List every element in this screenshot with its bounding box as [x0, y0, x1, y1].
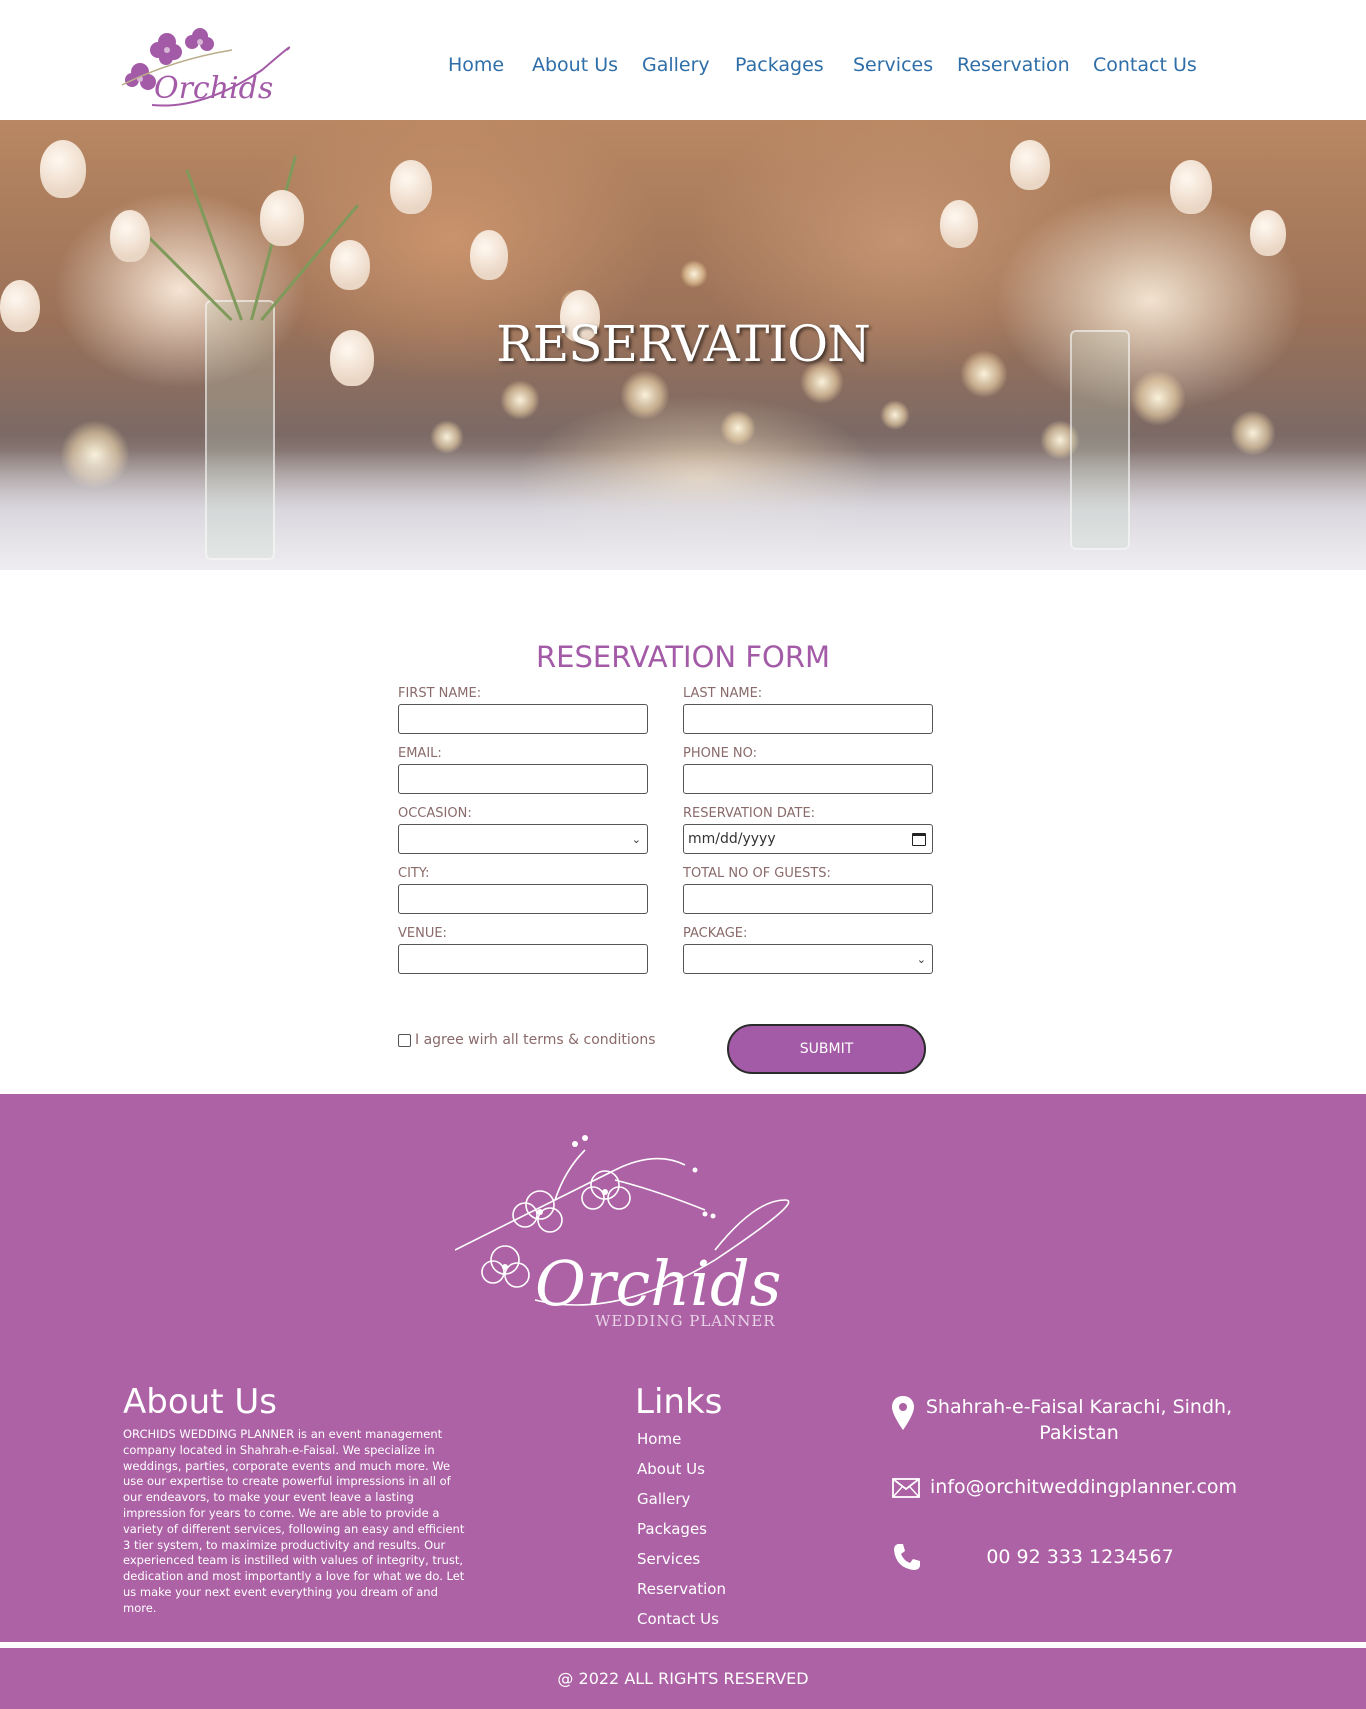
footer-link-gallery[interactable]: Gallery [637, 1490, 690, 1508]
footer-link-about-us[interactable]: About Us [637, 1460, 705, 1478]
main-nav: Home About Us Gallery Packages Services … [0, 54, 1366, 84]
hero-title: RESERVATION [496, 315, 871, 373]
footer-orchids-logo: Orchids WEDDING PLANNER [455, 1135, 790, 1330]
reservation-date-input[interactable]: mm/dd/yyyy [683, 824, 933, 854]
site-header: Orchids Home About Us Gallery Packages S… [0, 0, 1366, 120]
nav-services[interactable]: Services [853, 54, 933, 76]
terms-checkbox[interactable] [398, 1033, 411, 1047]
email-input[interactable] [398, 764, 648, 794]
footer-address: Shahrah-e-Faisal Karachi, Sindh, Pakista… [925, 1396, 1233, 1444]
nav-gallery[interactable]: Gallery [642, 54, 710, 76]
footer-phone[interactable]: 00 92 333 1234567 [920, 1546, 1240, 1568]
hero-banner: RESERVATION [0, 120, 1366, 570]
footer-email[interactable]: info@orchitweddingplanner.com [930, 1476, 1237, 1498]
footer-logo-text: Orchids [535, 1247, 781, 1320]
email-icon [892, 1478, 920, 1498]
venue-input[interactable] [398, 944, 648, 974]
terms-agreement: I agree wirh all terms & conditions [398, 1032, 656, 1048]
nav-home[interactable]: Home [448, 54, 504, 76]
phone-label: PHONE NO: [683, 746, 758, 761]
phone-input[interactable] [683, 764, 933, 794]
nav-reservation[interactable]: Reservation [957, 54, 1070, 76]
nav-contact-us[interactable]: Contact Us [1093, 54, 1197, 76]
first-name-input[interactable] [398, 704, 648, 734]
chevron-down-icon: ⌄ [631, 832, 641, 846]
last-name-input[interactable] [683, 704, 933, 734]
calendar-icon[interactable] [912, 832, 926, 846]
footer-link-home[interactable]: Home [637, 1430, 681, 1448]
nav-about-us[interactable]: About Us [532, 54, 618, 76]
footer-link-contact-us[interactable]: Contact Us [637, 1610, 719, 1628]
city-input[interactable] [398, 884, 648, 914]
occasion-label: OCCASION: [398, 806, 472, 821]
phone-icon [894, 1544, 920, 1570]
footer-link-reservation[interactable]: Reservation [637, 1580, 726, 1598]
venue-label: VENUE: [398, 926, 447, 941]
footer-link-packages[interactable]: Packages [637, 1520, 707, 1538]
footer-about-text: ORCHIDS WEDDING PLANNER is an event mana… [123, 1427, 465, 1615]
chevron-down-icon: ⌄ [916, 952, 926, 966]
location-pin-icon [892, 1396, 914, 1430]
footer-links-title: Links [635, 1382, 723, 1422]
copyright: @ 2022 ALL RIGHTS RESERVED [0, 1648, 1366, 1709]
occasion-select[interactable]: ⌄ [398, 824, 648, 854]
form-title: RESERVATION FORM [535, 640, 831, 674]
footer-about-title: About Us [123, 1382, 277, 1422]
package-select[interactable]: ⌄ [683, 944, 933, 974]
nav-packages[interactable]: Packages [735, 54, 824, 76]
reservation-date-label: RESERVATION DATE: [683, 806, 816, 821]
package-label: PACKAGE: [683, 926, 748, 941]
city-label: CITY: [398, 866, 430, 881]
guests-label: TOTAL NO OF GUESTS: [683, 866, 831, 881]
email-label: EMAIL: [398, 746, 442, 761]
guests-input[interactable] [683, 884, 933, 914]
footer-link-services[interactable]: Services [637, 1550, 700, 1568]
last-name-label: LAST NAME: [683, 686, 763, 701]
site-footer: Orchids WEDDING PLANNER About Us ORCHIDS… [0, 1094, 1366, 1642]
footer-logo-subtext: WEDDING PLANNER [595, 1312, 776, 1330]
first-name-label: FIRST NAME: [398, 686, 482, 701]
submit-button[interactable]: SUBMIT [727, 1024, 926, 1074]
terms-label: I agree wirh all terms & conditions [415, 1032, 656, 1048]
date-placeholder: mm/dd/yyyy [688, 831, 776, 847]
